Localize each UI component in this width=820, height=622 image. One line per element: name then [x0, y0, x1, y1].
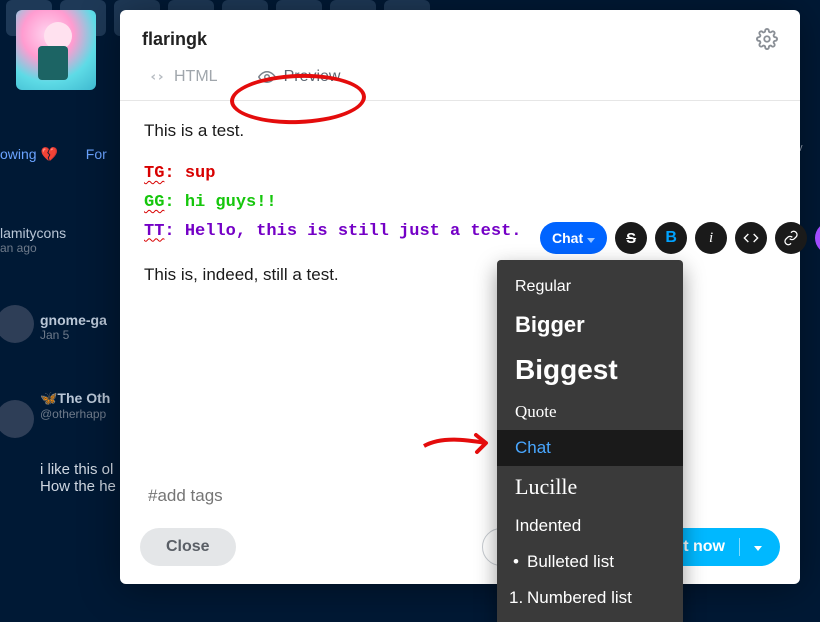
format-chat-pill[interactable]: Chat	[540, 222, 607, 254]
tags-input[interactable]	[148, 486, 348, 506]
bg-nav: owing 💔 For	[0, 146, 131, 163]
format-italic-button[interactable]: i	[695, 222, 727, 254]
format-link-button[interactable]	[775, 222, 807, 254]
bg-post-2: gnome-ga Jan 5	[40, 312, 107, 342]
format-strike-button[interactable]: S	[615, 222, 647, 254]
bg-post1-user: lamitycons	[0, 225, 66, 241]
dropdown-item-indented[interactable]: Indented	[497, 508, 683, 544]
chat-tg-msg: sup	[185, 164, 216, 183]
dropdown-item-bigger[interactable]: Bigger	[497, 304, 683, 346]
blog-name[interactable]: flaringk	[142, 29, 207, 50]
chat-tt-name: TT	[144, 222, 164, 241]
chat-sep-2: :	[164, 193, 184, 212]
bg-post3-handle: @otherhapp	[40, 407, 116, 421]
format-chat-label: Chat	[552, 230, 583, 246]
bg-nav-following: owing 💔	[0, 146, 58, 162]
dropdown-item-chat[interactable]: Chat	[497, 430, 683, 466]
chat-sep-3: :	[164, 222, 184, 241]
bg-post2-time: Jan 5	[40, 328, 107, 342]
modal-footer: Close Everyone Post now	[120, 516, 800, 584]
text-style-dropdown: Regular Bigger Biggest Quote Chat Lucill…	[497, 260, 683, 622]
chevron-down-icon	[587, 230, 595, 246]
chat-tg-name: TG	[144, 164, 164, 183]
dropdown-item-regular[interactable]: Regular	[497, 270, 683, 304]
post-line-1: This is a test.	[144, 117, 776, 146]
tags-row	[120, 480, 800, 516]
modal-header: flaringk	[120, 10, 800, 58]
bg-post1-time: an ago	[0, 241, 66, 255]
tab-html[interactable]: HTML	[142, 66, 224, 88]
chat-tt-msg: Hello, this is still just a test.	[185, 222, 522, 241]
tab-preview-label: Preview	[284, 68, 341, 86]
tab-html-label: HTML	[174, 68, 218, 86]
bg-post-1: lamitycons an ago	[0, 225, 66, 255]
bg-avatar-1	[0, 305, 34, 343]
dropdown-item-biggest[interactable]: Biggest	[497, 346, 683, 394]
bg-avatar-2	[0, 400, 34, 438]
bg-nav-for: For	[86, 146, 107, 162]
user-avatar[interactable]	[16, 10, 96, 90]
bg-post-3: 🦋The Oth @otherhapp i like this ol How t…	[40, 390, 116, 495]
format-unlink-button[interactable]	[815, 222, 820, 254]
format-code-button[interactable]	[735, 222, 767, 254]
close-button[interactable]: Close	[140, 528, 236, 566]
tab-preview[interactable]: Preview	[252, 66, 347, 88]
chat-gg-msg: hi guys!!	[185, 193, 277, 212]
format-bold-button[interactable]: B	[655, 222, 687, 254]
chat-sep-1: :	[164, 164, 184, 183]
post-composer-modal: flaringk HTML Preview This is a test. TG…	[120, 10, 800, 584]
bg-post3-l1: i like this ol	[40, 461, 116, 478]
format-toolbar: Chat S B i	[540, 222, 820, 254]
split-divider	[739, 538, 740, 556]
editor-tabs: HTML Preview	[120, 58, 800, 101]
post-body[interactable]: This is a test. TG: sup GG: hi guys!! TT…	[120, 101, 800, 480]
dropdown-item-numbered[interactable]: Numbered list	[497, 580, 683, 616]
bg-post3-user: 🦋The Oth	[40, 390, 116, 407]
chat-gg-name: GG	[144, 193, 164, 212]
dropdown-item-bulleted[interactable]: Bulleted list	[497, 544, 683, 580]
dropdown-item-quote[interactable]: Quote	[497, 394, 683, 430]
bg-post2-user: gnome-ga	[40, 312, 107, 328]
chevron-down-icon[interactable]	[754, 538, 762, 556]
gear-icon[interactable]	[756, 28, 778, 50]
bg-post3-l2: How the he	[40, 478, 116, 495]
dropdown-item-lucille[interactable]: Lucille	[497, 466, 683, 508]
